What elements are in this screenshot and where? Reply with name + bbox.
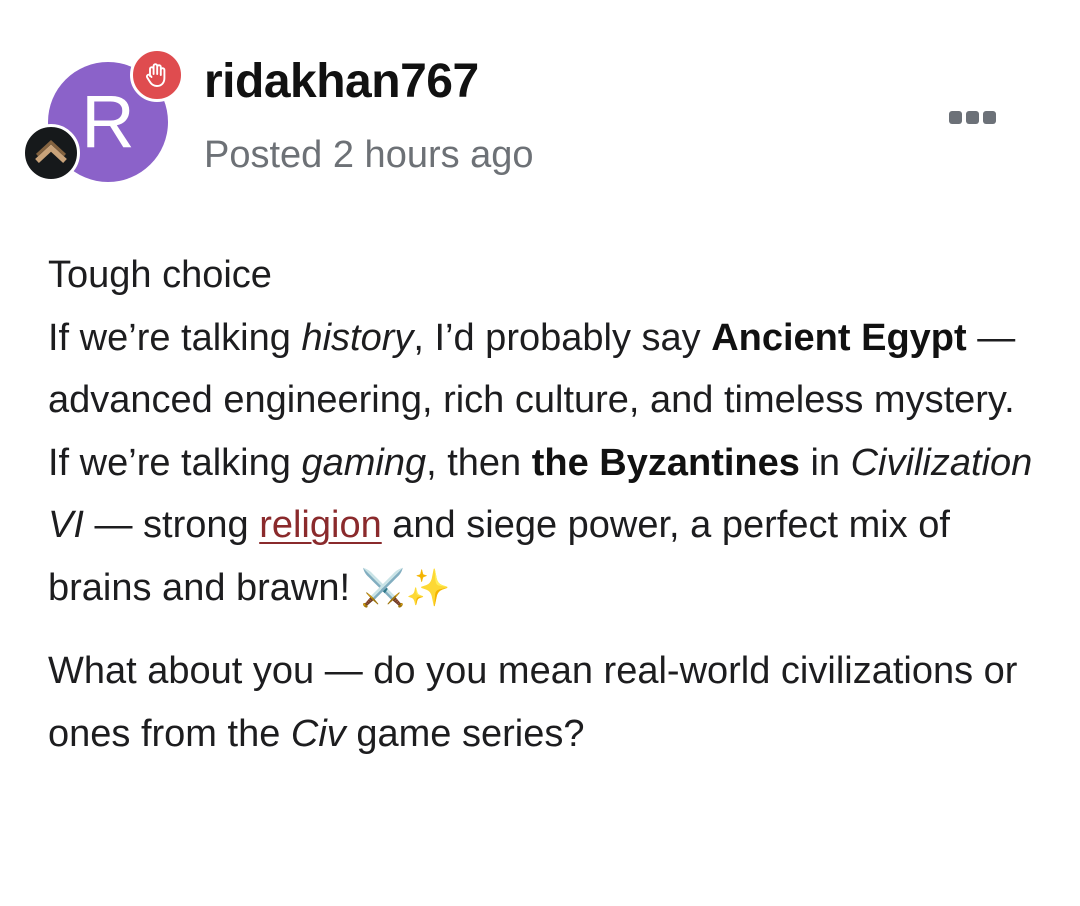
forum-post: R ridakhan767 Posted 2 hours ago Tough c… [0,0,1080,906]
post-paragraph: What about you — do you mean real-world … [48,640,1038,765]
strong-text: the Byzantines [531,441,800,484]
religion-link[interactable]: religion [259,504,382,546]
post-timestamp: Posted 2 hours ago [204,134,534,176]
body-text: in [799,441,851,484]
emphasis-text: Civ [290,712,346,755]
body-text: Tough choice [48,254,272,296]
body-text: game series? [345,712,585,755]
more-options-button[interactable] [940,100,1004,134]
more-options-icon [948,110,962,124]
body-text: If we’re talking [48,441,302,484]
strong-text: Ancient Egypt [711,316,967,359]
author-avatar-group[interactable]: R [22,48,184,182]
emphasis-text: history [301,316,414,359]
crossed-swords-sparkles-icon: ⚔️✨ [360,567,451,609]
body-text: , I’d probably say [413,316,712,359]
post-paragraph: Tough choice If we’re talking history, I… [48,244,1038,620]
more-options-icon [965,110,979,124]
body-text: , then [426,441,532,484]
post-body: Tough choice If we’re talking history, I… [48,244,1038,765]
author-username[interactable]: ridakhan767 [204,54,479,109]
chevron-up-rank-icon [22,124,80,182]
raised-hand-icon [130,48,184,102]
emphasis-text: gaming [301,441,427,484]
body-text: If we’re talking [48,316,302,359]
body-text: — strong [83,504,260,546]
more-options-icon [982,110,996,124]
